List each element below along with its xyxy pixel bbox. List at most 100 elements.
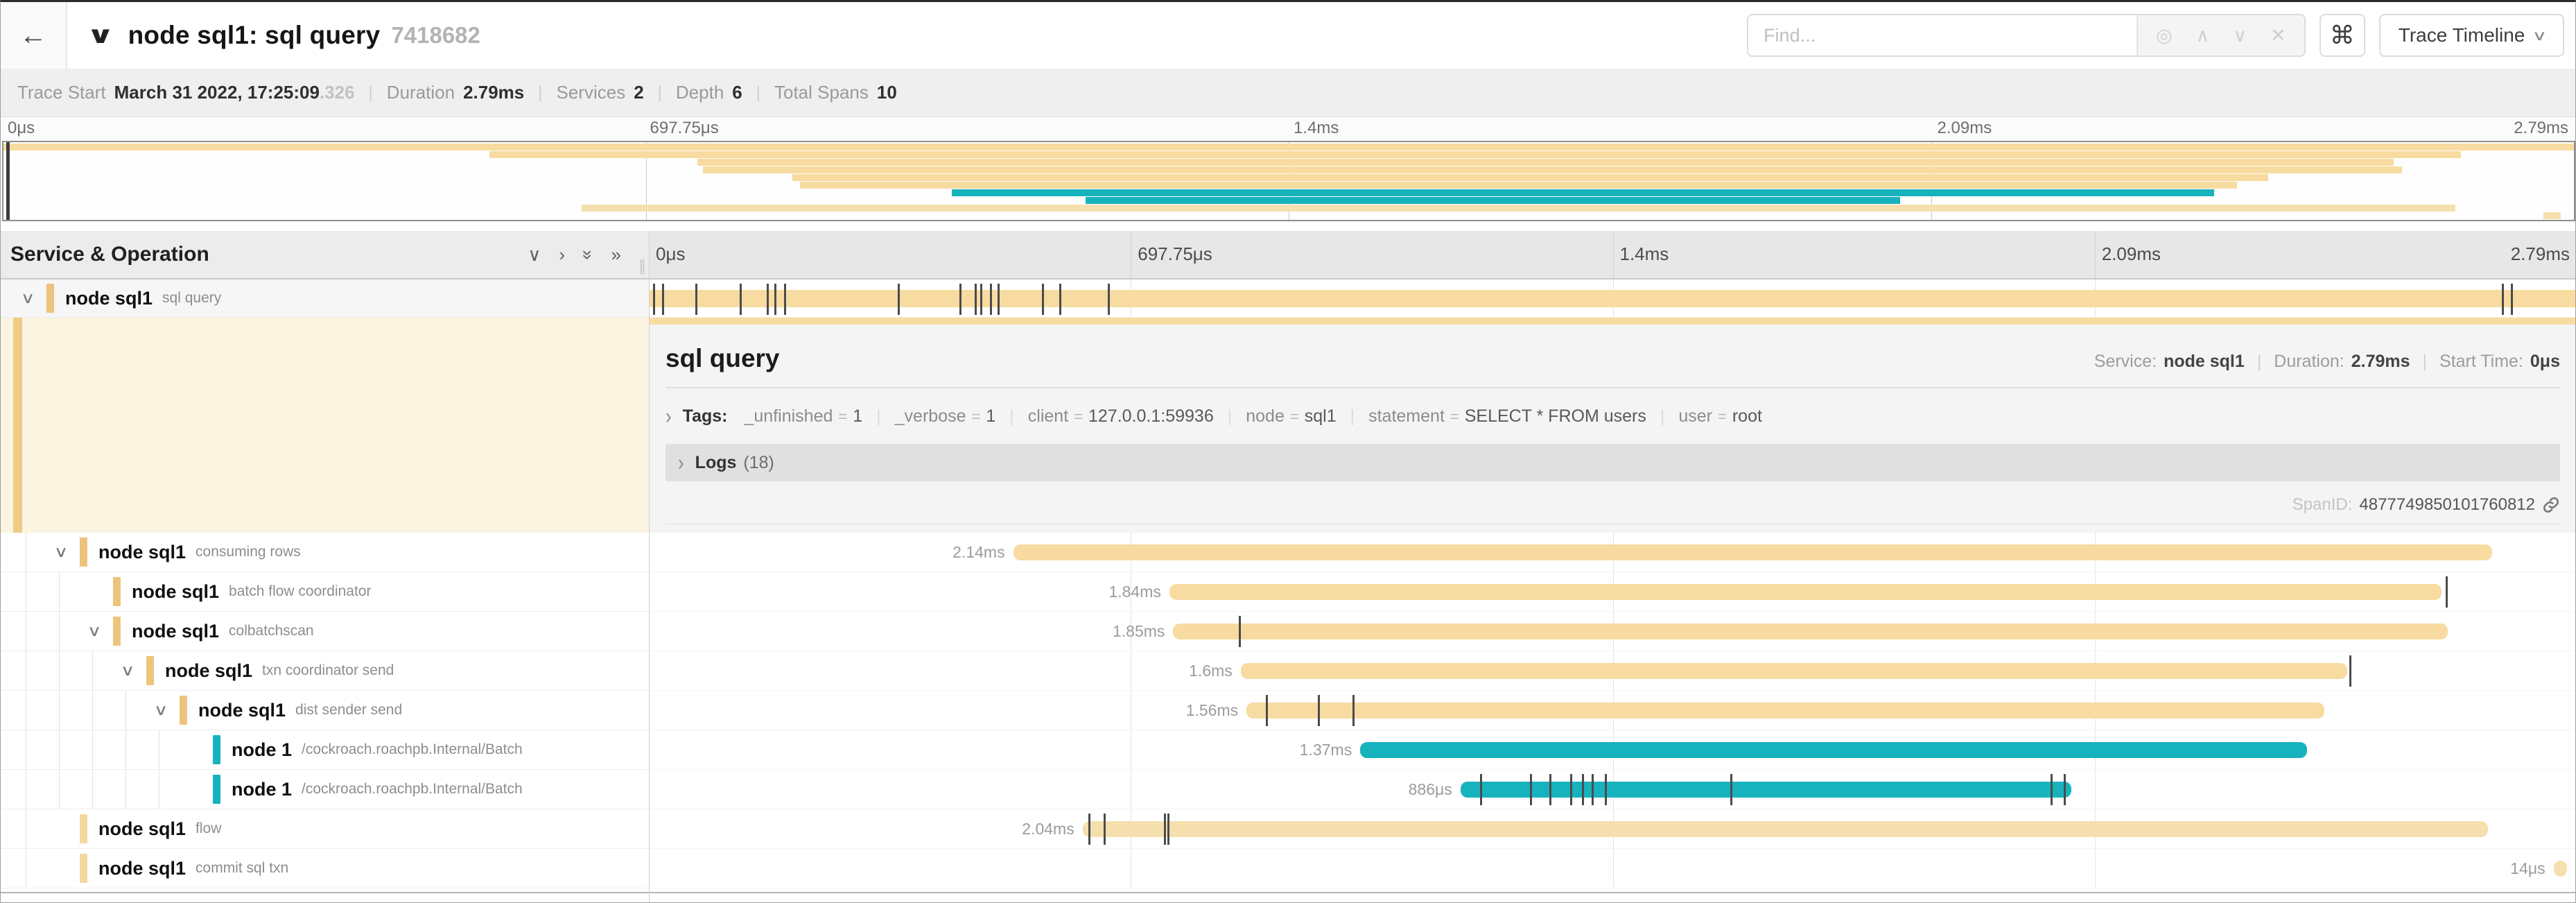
log-tick	[2349, 655, 2351, 687]
summary-separator: |	[756, 83, 760, 103]
span-bar[interactable]	[649, 290, 2576, 307]
span-tree-row[interactable]: node sql1batch flow coordinator	[1, 572, 649, 612]
next-match-icon[interactable]: ∨	[2233, 25, 2247, 46]
clear-find-icon[interactable]: ✕	[2270, 25, 2286, 46]
minimap-tick-label: 697.75μs	[650, 119, 719, 138]
prev-match-icon[interactable]: ∧	[2196, 25, 2210, 46]
span-bar-row[interactable]: 1.85ms	[649, 612, 2576, 651]
expand-all-icon[interactable]: »	[611, 244, 621, 266]
trace-timeline-dropdown[interactable]: Trace Timeline ∨	[2379, 14, 2564, 57]
logs-accordion[interactable]: ›Logs(18)	[665, 444, 2560, 481]
tree-expand-chevron-icon[interactable]: ∨	[21, 289, 35, 307]
log-tick	[767, 284, 769, 315]
indent-guide	[92, 651, 93, 690]
tree-expand-chevron-icon[interactable]: ∨	[121, 662, 135, 680]
top-bar: ← ∨ node sql1: sql query 7418682 ◎ ∧ ∨ ✕…	[1, 2, 2575, 69]
column-resize-grip[interactable]: ∥	[638, 257, 646, 275]
tree-expand-chevron-icon[interactable]: ∨	[87, 622, 102, 640]
find-input[interactable]	[1748, 15, 2136, 55]
span-bar[interactable]	[1246, 703, 2324, 719]
span-service-name: node sql1	[65, 288, 153, 309]
span-bar-row[interactable]: 1.6ms	[649, 651, 2576, 691]
ruler-gridline	[2095, 231, 2096, 278]
summary-separator: |	[538, 83, 542, 103]
span-bar[interactable]	[1461, 782, 2072, 798]
collapse-one-icon[interactable]: ∨	[528, 244, 541, 266]
span-tree-row[interactable]: ∨node sql1dist sender send	[1, 691, 649, 730]
span-bar-row[interactable]: 1.37ms	[649, 730, 2576, 770]
tree-expand-chevron-icon[interactable]: ∨	[54, 543, 69, 561]
minimap-span-strip	[703, 166, 2402, 173]
log-tick	[653, 284, 655, 315]
summary-label: Duration	[387, 82, 455, 103]
span-operation-name: txn coordinator send	[262, 662, 394, 679]
log-tick	[2051, 774, 2053, 805]
locate-icon[interactable]: ◎	[2156, 25, 2173, 46]
tree-chevron-slot: ∨	[117, 662, 138, 680]
log-tick	[1088, 814, 1090, 845]
tag-key: statement	[1368, 406, 1445, 427]
span-bar[interactable]	[1169, 584, 2442, 600]
page-title: node sql1: sql query	[128, 21, 381, 50]
view-label: Trace Timeline	[2399, 24, 2525, 46]
collapse-all-icon[interactable]: »	[577, 250, 599, 259]
span-bar[interactable]	[1360, 742, 2306, 758]
minimap-drag-handle[interactable]	[6, 142, 10, 220]
panel-divider[interactable]	[649, 231, 650, 903]
back-button[interactable]: ←	[1, 2, 67, 69]
span-tree-row[interactable]: ∨node sql1txn coordinator send	[1, 651, 649, 691]
span-tree-row[interactable]: ∨node sql1sql query	[1, 280, 649, 318]
minimap-span-strip	[1086, 197, 1900, 204]
ruler-gridline	[1613, 231, 1614, 278]
span-bar[interactable]	[1013, 544, 2492, 560]
span-bar[interactable]	[2554, 861, 2567, 877]
tree-chevron-slot: ∨	[17, 289, 38, 307]
expand-one-icon[interactable]: ›	[559, 244, 565, 266]
indent-guide	[92, 691, 93, 730]
span-tree-row[interactable]: node 1/cockroach.roachpb.Internal/Batch	[1, 770, 649, 809]
indent-guide	[125, 691, 126, 730]
ruler-tick-label: 0μs	[656, 243, 685, 265]
log-tick	[959, 284, 961, 315]
span-tree-row[interactable]: node sql1commit sql txn	[1, 849, 649, 888]
logs-title: Logs	[695, 453, 737, 473]
equals-sign: =	[838, 408, 847, 426]
span-service-name: node sql1	[132, 621, 219, 642]
span-bar-row[interactable]: 1.84ms	[649, 572, 2576, 612]
indent-guide	[59, 612, 60, 651]
tag-value: 1	[853, 406, 862, 427]
span-bar-row[interactable]: 886μs	[649, 770, 2576, 809]
span-duration-label: 2.14ms	[952, 543, 1013, 562]
span-bar-row[interactable]: 1.56ms	[649, 691, 2576, 730]
span-tree-row[interactable]: node sql1flow	[1, 809, 649, 849]
tag-separator: |	[1660, 406, 1665, 427]
span-bar-row[interactable]: 2.04ms	[649, 809, 2576, 849]
log-tick	[990, 284, 992, 315]
tree-expand-chevron-icon[interactable]: ∨	[154, 701, 168, 719]
span-bar[interactable]	[1083, 821, 2488, 837]
tag-item: _verbose=1	[895, 406, 996, 427]
span-bar[interactable]	[1173, 624, 2447, 639]
collapse-trace-chevron-icon[interactable]: ∨	[86, 22, 114, 49]
tag-item: node=sql1	[1246, 406, 1336, 427]
log-tick	[1480, 774, 1482, 805]
copy-link-icon[interactable]	[2542, 496, 2560, 514]
span-tree-row[interactable]: ∨node sql1consuming rows	[1, 533, 649, 572]
tags-row[interactable]: ›Tags:_unfinished=1|_verbose=1|client=12…	[665, 394, 2560, 438]
span-duration-label: 1.56ms	[1186, 701, 1246, 720]
span-color-bar	[113, 617, 121, 646]
span-bar-row[interactable]: 2.14ms	[649, 533, 2576, 572]
span-detail-meta: Service:node sql1|Duration:2.79ms|Start …	[2094, 352, 2560, 372]
keyboard-shortcuts-button[interactable]: ⌘	[2320, 14, 2365, 57]
tag-key: client	[1028, 406, 1068, 427]
span-tree-row[interactable]: node 1/cockroach.roachpb.Internal/Batch	[1, 730, 649, 770]
ruler-tick-label: 697.75μs	[1138, 243, 1212, 265]
span-bar-row[interactable]	[649, 280, 2576, 318]
log-tick	[1042, 284, 1044, 315]
span-bar[interactable]	[1241, 663, 2347, 679]
span-bar-row[interactable]: 14μs	[649, 849, 2576, 888]
trace-minimap[interactable]	[2, 141, 2575, 221]
span-tree-row[interactable]: ∨node sql1colbatchscan	[1, 612, 649, 651]
summary-value: 2	[634, 82, 643, 103]
log-tick	[1164, 814, 1166, 845]
